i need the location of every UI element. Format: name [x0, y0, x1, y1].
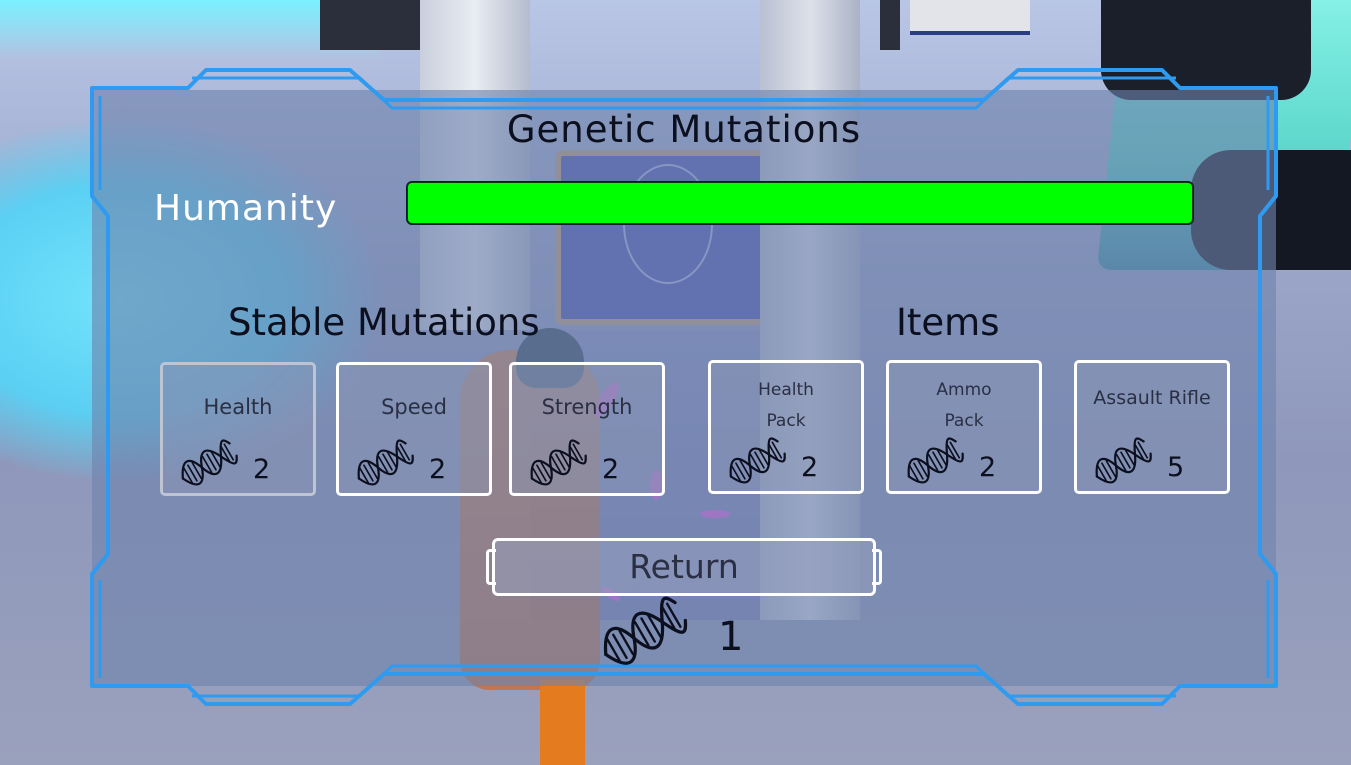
humanity-bar: [406, 181, 1194, 225]
card-name: Strength: [541, 395, 633, 419]
card-name: Health: [203, 395, 273, 419]
humanity-label: Humanity: [154, 188, 338, 229]
items-heading: Items: [896, 301, 1000, 344]
mutation-card-health[interactable]: Health 2: [160, 362, 316, 496]
mutations-menu: Genetic Mutations Humanity Stable Mutati…: [88, 68, 1280, 708]
humanity-bar-fill: [407, 182, 1193, 224]
item-card-ammo-pack[interactable]: Ammo Pack 2: [886, 360, 1042, 494]
lab-shelf: [910, 0, 1030, 35]
card-cost: 5: [1167, 452, 1185, 483]
mutation-card-strength[interactable]: Strength 2: [509, 362, 665, 496]
dna-icon: [357, 439, 414, 486]
return-button-label: Return: [629, 547, 739, 586]
card-name-line: Pack: [766, 411, 806, 431]
dna-icon: [907, 437, 964, 484]
dna-icon: [1095, 437, 1152, 484]
button-notch: [872, 549, 882, 585]
button-notch: [486, 549, 496, 585]
item-card-assault-rifle[interactable]: Assault Rifle 5: [1074, 360, 1230, 494]
dna-points-value: 1: [718, 614, 744, 660]
card-name: Assault Rifle: [1093, 387, 1211, 409]
dna-points-icon: [603, 596, 688, 665]
card-name: Health Pack: [711, 375, 861, 437]
card-name-line: Health: [758, 380, 814, 400]
card-name: Ammo Pack: [889, 375, 1039, 437]
card-cost: 2: [253, 454, 271, 485]
card-cost: 2: [429, 454, 447, 485]
stable-mutations-heading: Stable Mutations: [228, 301, 540, 344]
card-name-line: Ammo: [936, 380, 992, 400]
card-cost: 2: [979, 452, 997, 483]
menu-title: Genetic Mutations: [506, 108, 862, 151]
card-cost: 2: [801, 452, 819, 483]
return-button[interactable]: Return: [486, 538, 882, 596]
dna-icon: [181, 439, 238, 486]
dna-icon: [729, 437, 786, 484]
card-name-line: Pack: [944, 411, 984, 431]
lab-shelf: [880, 0, 900, 50]
mutation-card-speed[interactable]: Speed 2: [336, 362, 492, 496]
card-name: Speed: [381, 395, 447, 419]
dna-icon: [530, 439, 587, 486]
card-cost: 2: [602, 454, 620, 485]
item-card-health-pack[interactable]: Health Pack 2: [708, 360, 864, 494]
lab-shelf: [320, 0, 420, 50]
